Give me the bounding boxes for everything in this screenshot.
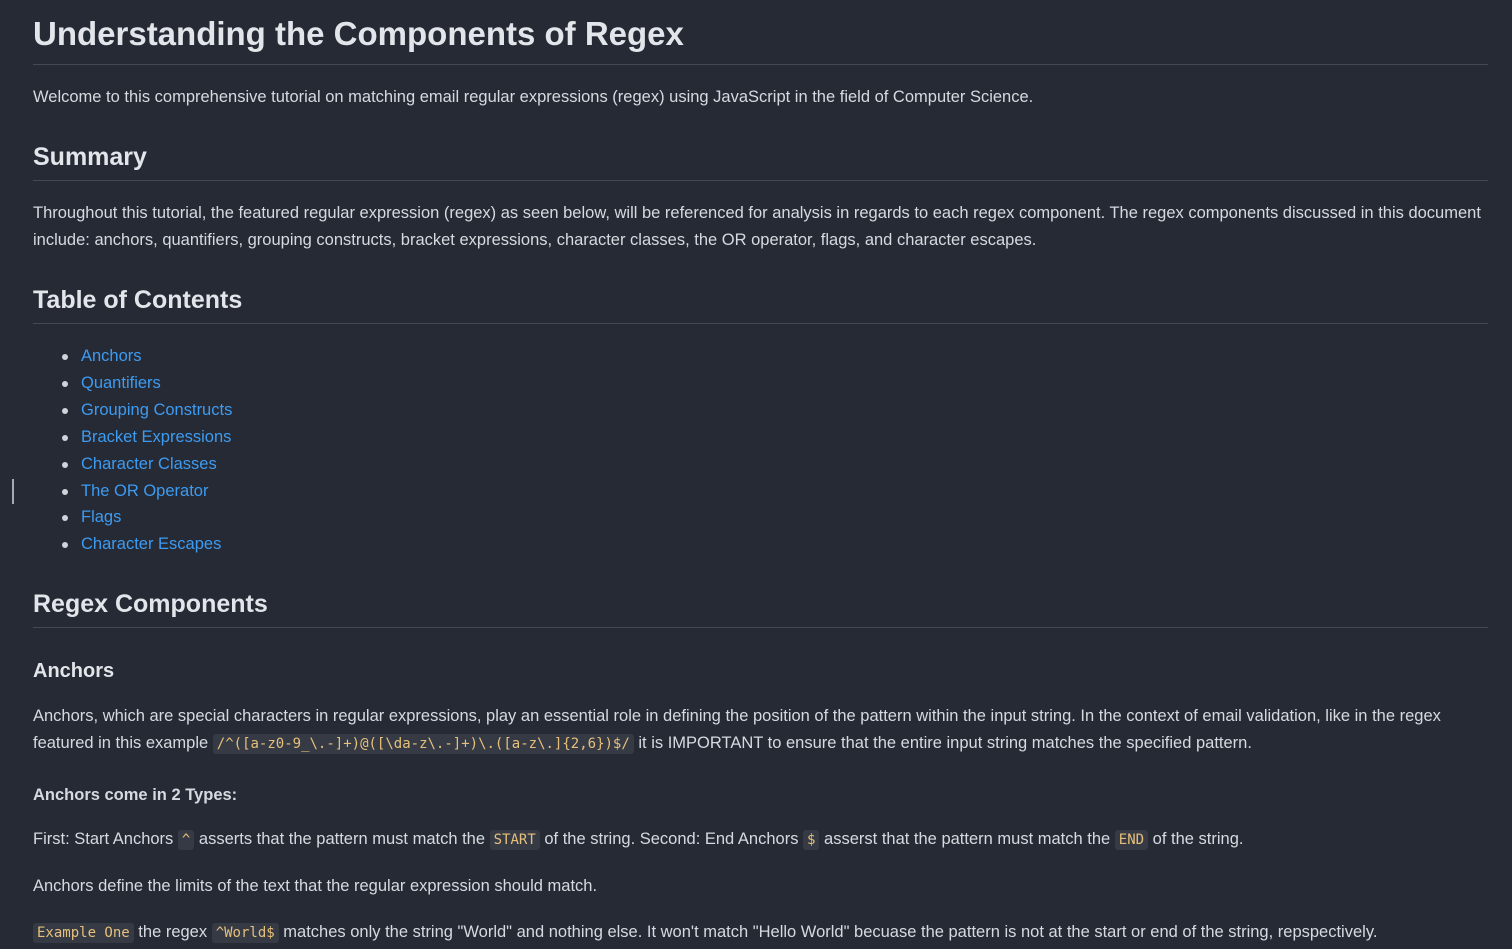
toc-item: Quantifiers	[33, 370, 1488, 397]
toc-item: Anchors	[33, 343, 1488, 370]
summary-heading: Summary	[33, 141, 1488, 181]
example-paragraph: Example One the regex ^World$ matches on…	[33, 919, 1488, 947]
anchor-types-paragraph: First: Start Anchors ^ asserts that the …	[33, 826, 1488, 854]
toc-link-anchors[interactable]: Anchors	[81, 347, 142, 365]
toc-list: Anchors Quantifiers Grouping Constructs …	[12, 343, 1488, 558]
example-one-code: Example One	[33, 923, 134, 944]
anchor-types-text: of the string. Second: End Anchors	[539, 830, 804, 849]
toc-link-or-operator[interactable]: The OR Operator	[81, 482, 208, 500]
toc-link-quantifiers[interactable]: Quantifiers	[81, 374, 161, 392]
anchors-text-after: it is IMPORTANT to ensure that the entir…	[633, 734, 1252, 753]
anchor-types-text: First: Start Anchors	[33, 830, 178, 849]
toc-item: Grouping Constructs	[33, 397, 1488, 424]
anchors-heading: Anchors	[33, 660, 115, 683]
anchor-types-text: of the string.	[1148, 830, 1244, 849]
text-cursor-marker	[12, 478, 14, 504]
page-title: Understanding the Components of Regex	[33, 0, 1488, 65]
anchors-paragraph: Anchors, which are special characters in…	[33, 703, 1488, 758]
dollar-code: $	[803, 830, 820, 851]
toc-item: Character Classes	[33, 451, 1488, 478]
toc-link-grouping-constructs[interactable]: Grouping Constructs	[81, 401, 232, 419]
end-code: END	[1114, 830, 1149, 851]
toc-heading: Table of Contents	[33, 284, 1488, 324]
anchor-types-text: asserst that the pattern must match the	[819, 830, 1115, 849]
toc-item: Flags	[33, 504, 1488, 531]
toc-link-bracket-expressions[interactable]: Bracket Expressions	[81, 428, 231, 446]
anchor-types-text: asserts that the pattern must match the	[194, 830, 490, 849]
anchors-limits-paragraph: Anchors define the limits of the text th…	[33, 877, 598, 896]
toc-link-character-classes[interactable]: Character Classes	[81, 455, 217, 473]
world-regex-code: ^World$	[211, 923, 279, 944]
summary-paragraph: Throughout this tutorial, the featured r…	[33, 204, 1481, 249]
regex-components-heading: Regex Components	[33, 588, 1488, 629]
example-text: the regex	[133, 923, 212, 942]
document: Understanding the Components of Regex We…	[12, 0, 1488, 947]
toc-item: Bracket Expressions	[33, 424, 1488, 451]
toc-item: The OR Operator	[12, 478, 1488, 505]
toc-link-flags[interactable]: Flags	[81, 508, 121, 526]
start-code: START	[489, 830, 540, 851]
intro-paragraph: Welcome to this comprehensive tutorial o…	[33, 88, 1034, 106]
anchor-types-heading: Anchors come in 2 Types:	[33, 786, 238, 805]
toc-item: Character Escapes	[33, 531, 1488, 558]
toc-link-character-escapes[interactable]: Character Escapes	[81, 535, 221, 553]
example-text: matches only the string "World" and noth…	[278, 923, 1378, 942]
caret-code: ^	[177, 830, 195, 851]
regex-code: /^([a-z0-9_\.-]+)@([\da-z\.-]+)\.([a-z\.…	[212, 734, 634, 755]
